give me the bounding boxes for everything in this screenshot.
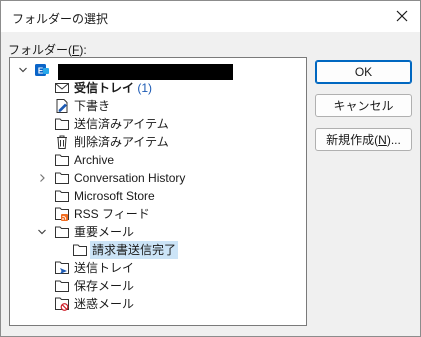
tree-label-drafts: 下書き [74,99,111,113]
tree-row-drafts[interactable]: 下書き [10,97,306,115]
mail-icon [54,80,70,96]
tree-row-rss-feeds[interactable]: RSS フィード [10,205,306,223]
tree-label-conversation-history: Conversation History [74,171,186,185]
tree-row-conversation-history[interactable]: Conversation History [10,169,306,187]
title-bar: フォルダーの選択 [1,1,420,32]
tree-label-inbox: 受信トレイ (1) [72,79,154,97]
tree-label-rss-feeds: RSS フィード [74,207,150,221]
folder-icon [54,188,70,204]
outbox-icon [54,260,70,276]
new-folder-label-suffix: )... [386,132,401,147]
folder-icon [54,170,70,186]
tree-row-saved-mail[interactable]: 保存メール [10,277,306,295]
tree-row-inbox[interactable]: 受信トレイ (1) [10,79,306,97]
chevron-down-icon[interactable] [17,61,29,79]
folder-icon [72,242,88,258]
cancel-button[interactable]: キャンセル [315,94,412,117]
close-icon [396,10,408,22]
account-name-redacted [58,64,233,80]
outlook-account-icon: E [34,62,50,78]
tree-row-outbox[interactable]: 送信トレイ [10,259,306,277]
folder-icon [54,152,70,168]
ok-button[interactable]: OK [315,60,412,84]
tree-row-important-mail[interactable]: 重要メール [10,223,306,241]
tree-row-deleted-items[interactable]: 削除済みアイテム [10,133,306,151]
new-folder-label-prefix: 新規作成( [326,133,379,147]
folder-icon [54,278,70,294]
folder-label-prefix: フォルダー( [8,43,72,57]
svg-text:E: E [38,67,44,76]
tree-row-archive[interactable]: Archive [10,151,306,169]
chevron-down-icon[interactable] [36,223,48,241]
folder-icon [54,116,70,132]
tree-row-microsoft-store[interactable]: Microsoft Store [10,187,306,205]
tree-label-archive: Archive [74,153,115,167]
chevron-right-icon[interactable] [36,169,48,187]
tree-label-deleted-items: 削除済みアイテム [74,135,169,149]
dialog-title: フォルダーの選択 [12,12,109,26]
tree-label-important-mail: 重要メール [74,225,135,239]
tree-row-junk-mail[interactable]: 迷惑メール [10,295,306,313]
tree-label-outbox: 送信トレイ [74,261,135,275]
tree-row-account[interactable]: E [10,61,306,80]
folder-select-dialog: フォルダーの選択 フォルダー(F): E 受信トレイ (1) 下書き 送信済みア… [0,0,421,337]
trash-icon [54,134,70,150]
tree-label-sent-items: 送信済みアイテム [74,117,169,131]
rss-icon [54,206,70,222]
close-button[interactable] [390,5,414,27]
folder-label-suffix: ): [79,43,87,57]
new-folder-button[interactable]: 新規作成(N)... [315,128,412,151]
folder-tree[interactable]: E 受信トレイ (1) 下書き 送信済みアイテム 削除済みアイテム Archiv… [9,57,307,326]
folder-icon [54,224,70,240]
tree-label-microsoft-store: Microsoft Store [74,189,155,203]
tree-label-saved-mail: 保存メール [74,279,135,293]
draft-pencil-icon [54,98,70,114]
junk-mail-icon [54,296,70,312]
tree-row-invoice-sent[interactable]: 請求書送信完了 [10,241,306,259]
tree-row-sent-items[interactable]: 送信済みアイテム [10,115,306,133]
folder-label: フォルダー(F): [8,41,87,58]
tree-label-invoice-sent: 請求書送信完了 [90,241,179,259]
new-folder-label-key: N [378,132,387,147]
inbox-unread-count: (1) [137,81,153,95]
tree-label-junk-mail: 迷惑メール [74,297,135,311]
inbox-text: 受信トレイ [74,81,135,95]
